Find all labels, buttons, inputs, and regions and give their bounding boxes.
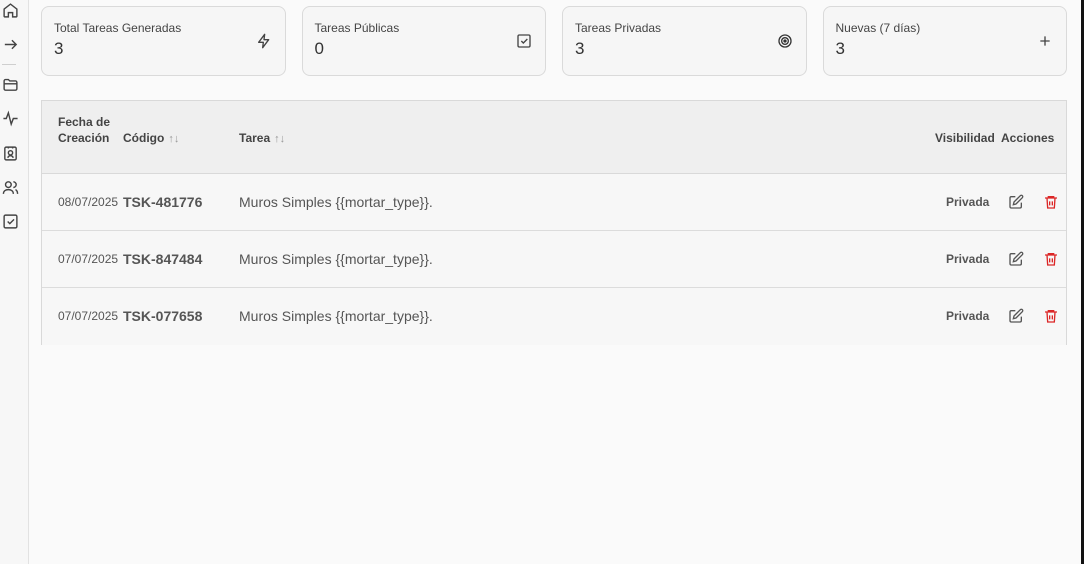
table-row: 08/07/2025 TSK-481776 Muros Simples {{mo… <box>42 174 1066 231</box>
stat-title: Total Tareas Generadas <box>54 21 182 35</box>
checkbox-icon[interactable] <box>0 211 20 231</box>
stat-value: 3 <box>54 39 64 58</box>
stat-card-total: Total Tareas Generadas 3 <box>41 6 286 76</box>
cell-tarea: Muros Simples {{mortar_type}}. <box>239 308 433 324</box>
cell-visibilidad: Privada <box>946 252 990 266</box>
column-header-codigo[interactable]: Código ↑↓ <box>123 130 179 147</box>
contact-icon[interactable] <box>0 143 20 163</box>
sidebar <box>0 0 29 564</box>
sort-icon[interactable]: ↑↓ <box>274 133 285 145</box>
cell-codigo: TSK-077658 <box>123 308 203 324</box>
stat-card-publicas: Tareas Públicas 0 <box>301 6 546 76</box>
home-icon[interactable] <box>0 0 20 20</box>
column-header-fecha: Fecha de Creación <box>58 115 111 145</box>
column-header-acciones: Acciones <box>1001 131 1055 145</box>
cell-fecha: 07/07/2025 <box>58 309 119 323</box>
target-icon <box>776 32 794 50</box>
edit-icon[interactable] <box>1006 192 1026 212</box>
edit-icon[interactable] <box>1006 306 1026 326</box>
column-header-tarea[interactable]: Tarea ↑↓ <box>239 130 285 147</box>
folder-icon[interactable] <box>0 74 20 94</box>
trash-icon[interactable] <box>1041 249 1061 269</box>
table-row: 07/07/2025 TSK-847484 Muros Simples {{mo… <box>42 231 1066 288</box>
sidebar-divider <box>2 64 16 65</box>
stat-value: 3 <box>835 39 845 58</box>
plus-icon <box>1036 32 1054 50</box>
cell-fecha: 07/07/2025 <box>58 252 119 266</box>
tasks-table: Fecha de Creación Código ↑↓ Tarea ↑↓ Visib… <box>41 100 1067 345</box>
check-square-icon <box>515 32 533 50</box>
column-header-label: Tarea <box>239 131 271 145</box>
cell-codigo: TSK-481776 <box>123 194 203 210</box>
stat-value: 0 <box>314 39 324 58</box>
stat-title: Tareas Privadas <box>575 21 662 35</box>
cell-visibilidad: Privada <box>946 309 990 323</box>
cell-codigo: TSK-847484 <box>123 251 203 267</box>
lightning-icon <box>255 32 273 50</box>
stat-value: 3 <box>575 39 585 58</box>
cell-fecha: 08/07/2025 <box>58 195 119 209</box>
activity-icon[interactable] <box>0 108 20 128</box>
cell-tarea: Muros Simples {{mortar_type}}. <box>239 251 433 267</box>
stat-title: Tareas Públicas <box>314 21 400 35</box>
column-header-label: Código <box>123 131 165 145</box>
arrow-right-icon[interactable] <box>0 34 20 54</box>
cell-visibilidad: Privada <box>946 195 990 209</box>
table-header: Fecha de Creación Código ↑↓ Tarea ↑↓ Visib… <box>42 101 1066 174</box>
column-header-visibilidad: Visibilidad <box>935 131 995 145</box>
edit-icon[interactable] <box>1006 249 1026 269</box>
stat-title: Nuevas (7 días) <box>835 21 921 35</box>
users-icon[interactable] <box>0 177 20 197</box>
stat-card-nuevas: Nuevas (7 días) 3 <box>822 6 1067 76</box>
trash-icon[interactable] <box>1041 192 1061 212</box>
stats-row: Total Tareas Generadas 3 Tareas Públicas… <box>41 6 1067 76</box>
trash-icon[interactable] <box>1041 306 1061 326</box>
table-row: 07/07/2025 TSK-077658 Muros Simples {{mo… <box>42 288 1066 345</box>
stat-card-privadas: Tareas Privadas 3 <box>562 6 807 76</box>
sort-icon[interactable]: ↑↓ <box>168 133 179 145</box>
cell-tarea: Muros Simples {{mortar_type}}. <box>239 194 433 210</box>
